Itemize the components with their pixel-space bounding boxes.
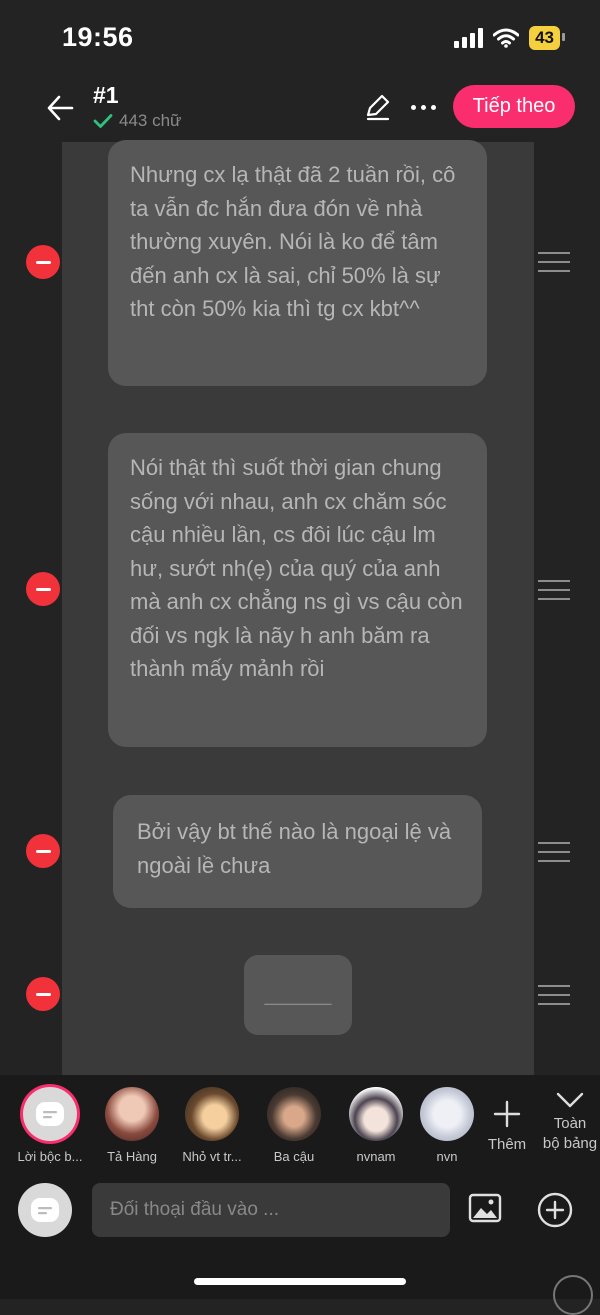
speaker-toggle-button[interactable] (18, 1183, 72, 1237)
character-ta-hang[interactable]: Tả Hàng (90, 1087, 174, 1164)
chevron-down-icon (556, 1092, 584, 1108)
cellular-signal-icon (454, 28, 484, 48)
message-bubble[interactable]: Nhưng cx lạ thật đã 2 tuần rồi, cô ta vẫ… (108, 140, 487, 386)
minus-icon (35, 992, 51, 996)
clock: 19:56 (62, 22, 134, 52)
next-button[interactable]: Tiếp theo (453, 85, 575, 128)
avatar (420, 1087, 474, 1141)
character-nho-vt[interactable]: Nhỏ vt tr... (170, 1087, 254, 1164)
narrator-avatar (23, 1087, 77, 1141)
dot-icon (430, 104, 436, 110)
all-characters-label-1: Toàn (553, 1115, 587, 1132)
all-characters-label-2: bộ bảng (542, 1135, 598, 1152)
image-icon (468, 1193, 502, 1223)
arrow-left-icon (47, 95, 74, 121)
drag-handle-icon[interactable] (538, 580, 570, 600)
avatar (105, 1087, 159, 1141)
scroll-up-button[interactable] (553, 1275, 593, 1315)
character-nvnam[interactable]: nvnam (334, 1087, 418, 1164)
word-count: 443 chữ (93, 111, 181, 131)
check-icon (93, 114, 113, 128)
minus-icon (35, 849, 51, 853)
narrator-icon (36, 1102, 64, 1126)
message-bubble[interactable]: Bởi vậy bt thế nào là ngoại lệ và ngoài … (113, 795, 482, 908)
remove-message-button[interactable] (26, 977, 60, 1011)
dot-icon (410, 104, 416, 110)
status-bar: 19:56 43 (0, 0, 600, 80)
dialog-input[interactable] (92, 1183, 450, 1237)
avatar (185, 1087, 239, 1141)
more-options-button[interactable] (405, 92, 441, 122)
drag-handle-icon[interactable] (538, 252, 570, 272)
back-button[interactable] (40, 88, 80, 128)
battery-indicator: 43 (529, 26, 565, 50)
remove-message-button[interactable] (26, 245, 60, 279)
drag-handle-icon[interactable] (538, 985, 570, 1005)
wifi-icon (493, 28, 520, 48)
word-count-label: 443 chữ (119, 111, 182, 130)
character-ba-cau[interactable]: Ba cậu (252, 1087, 336, 1164)
dialog-input-bar (0, 1175, 600, 1315)
avatar (349, 1087, 403, 1141)
drag-handle-icon[interactable] (538, 842, 570, 862)
plus-circle-icon (537, 1192, 573, 1228)
character-narrator[interactable]: Lời bộc b... (8, 1087, 92, 1164)
home-indicator (194, 1278, 406, 1285)
avatar (267, 1087, 321, 1141)
remove-message-button[interactable] (26, 834, 60, 868)
character-name: nvn (436, 1149, 458, 1164)
character-name: nvnam (356, 1149, 396, 1164)
character-nvn[interactable]: nvn (416, 1087, 478, 1164)
editor-header: #1 443 chữ Tiếp theo (0, 80, 600, 142)
character-selector: Lời bộc b... Tả Hàng Nhỏ vt tr... Ba cậu… (0, 1075, 600, 1175)
edit-button[interactable] (362, 92, 392, 122)
minus-icon (35, 260, 51, 264)
message-bubble[interactable]: Nói thật thì suốt thời gian chung sống v… (108, 433, 487, 747)
minus-icon (35, 587, 51, 591)
add-character-button[interactable]: Thêm (486, 1099, 528, 1153)
pencil-icon (366, 94, 390, 121)
status-icons: 43 (454, 26, 565, 50)
character-name: Nhỏ vt tr... (182, 1149, 242, 1164)
character-name: Ba cậu (273, 1149, 315, 1164)
chapter-title: #1 (93, 82, 119, 108)
divider-bubble[interactable]: ______ (244, 955, 352, 1035)
plus-icon (493, 1100, 521, 1128)
character-name: Lời bộc b... (17, 1149, 83, 1164)
dot-icon (420, 104, 426, 110)
chat-bubble-icon (31, 1198, 59, 1222)
remove-message-button[interactable] (26, 572, 60, 606)
add-content-button[interactable] (536, 1191, 574, 1229)
all-characters-button[interactable]: Toàn bộ bảng (540, 1091, 600, 1154)
insert-image-button[interactable] (468, 1193, 502, 1223)
character-name: Tả Hàng (107, 1149, 157, 1164)
add-character-label: Thêm (487, 1136, 527, 1153)
